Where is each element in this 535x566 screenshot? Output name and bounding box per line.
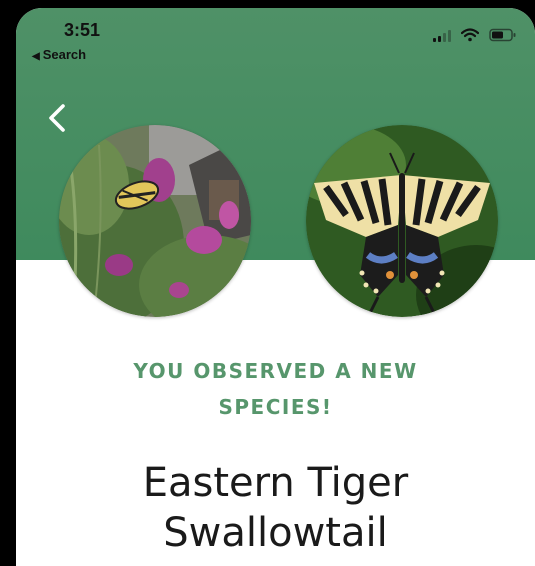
app-screen: 3:51 ◀ Search YOU OBSERVED A NEW SPECIES… (16, 8, 535, 566)
species-name-line-1: Eastern Tiger (142, 460, 409, 506)
battery-icon (489, 28, 516, 42)
back-to-search-label: Search (42, 47, 87, 62)
banner-line-1: YOU OBSERVED A NEW (133, 359, 418, 383)
back-button[interactable] (44, 102, 72, 134)
status-time: 3:51 (64, 20, 101, 40)
back-to-search-link[interactable]: ◀ Search (32, 47, 86, 62)
species-name-line-2: Swallowtail (163, 510, 388, 556)
phone-frame: 3:51 ◀ Search YOU OBSERVED A NEW SPECIES… (0, 0, 535, 566)
chevron-left-icon (49, 104, 65, 132)
cellular-signal-icon (433, 30, 451, 42)
new-species-banner: YOU OBSERVED A NEW SPECIES! (16, 353, 535, 425)
banner-line-2: SPECIES! (218, 395, 333, 419)
observation-image (59, 125, 251, 317)
species-name: Eastern Tiger Swallowtail (16, 458, 535, 558)
observation-photo[interactable] (59, 125, 251, 317)
reference-image (306, 125, 498, 317)
reference-photo[interactable] (306, 125, 498, 317)
back-triangle-icon: ◀ (32, 51, 40, 62)
wifi-icon (461, 28, 479, 42)
status-icons (433, 26, 517, 42)
